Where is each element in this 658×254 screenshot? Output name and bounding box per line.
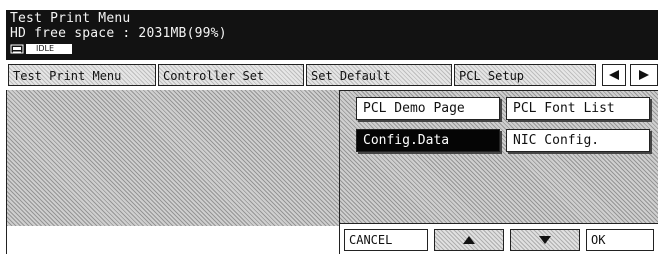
tab-pcl-setup[interactable]: PCL Setup xyxy=(454,64,596,86)
config-data-button[interactable]: Config.Data xyxy=(356,129,500,152)
right-arrow-icon xyxy=(639,70,649,80)
touch-panel-screen: Test Print Menu HD free space : 2031MB(9… xyxy=(6,10,658,254)
tab-prev-button[interactable] xyxy=(602,64,626,86)
tab-next-button[interactable] xyxy=(630,64,658,86)
up-arrow-icon xyxy=(463,236,475,244)
scroll-down-button[interactable] xyxy=(510,229,580,251)
scroll-up-button[interactable] xyxy=(434,229,504,251)
ok-button[interactable]: OK xyxy=(586,229,654,251)
cancel-button[interactable]: CANCEL xyxy=(344,229,428,251)
footer-bar: CANCEL OK xyxy=(340,223,658,254)
options-panel-background: PCL Demo Page PCL Font List Config.Data … xyxy=(340,90,658,223)
header-bar: Test Print Menu HD free space : 2031MB(9… xyxy=(6,10,658,60)
left-panel-background xyxy=(7,90,339,226)
status-area: IDLE xyxy=(10,43,73,55)
pcl-demo-page-button[interactable]: PCL Demo Page xyxy=(356,97,500,120)
printer-icon xyxy=(10,44,24,54)
left-panel xyxy=(6,90,340,254)
tab-set-default[interactable]: Set Default xyxy=(306,64,452,86)
nic-config-button[interactable]: NIC Config. xyxy=(506,129,650,152)
hd-free-space: HD free space : 2031MB(99%) xyxy=(10,26,227,41)
options-panel: PCL Demo Page PCL Font List Config.Data … xyxy=(340,90,658,254)
tab-bar: Test Print Menu Controller Set Set Defau… xyxy=(6,62,658,90)
down-arrow-icon xyxy=(539,236,551,244)
status-badge: IDLE xyxy=(26,44,73,54)
pcl-font-list-button[interactable]: PCL Font List xyxy=(506,97,650,120)
left-arrow-icon xyxy=(609,70,619,80)
tab-controller-set[interactable]: Controller Set xyxy=(158,64,304,86)
screen-title: Test Print Menu xyxy=(10,11,131,26)
tab-test-print-menu[interactable]: Test Print Menu xyxy=(8,64,156,86)
